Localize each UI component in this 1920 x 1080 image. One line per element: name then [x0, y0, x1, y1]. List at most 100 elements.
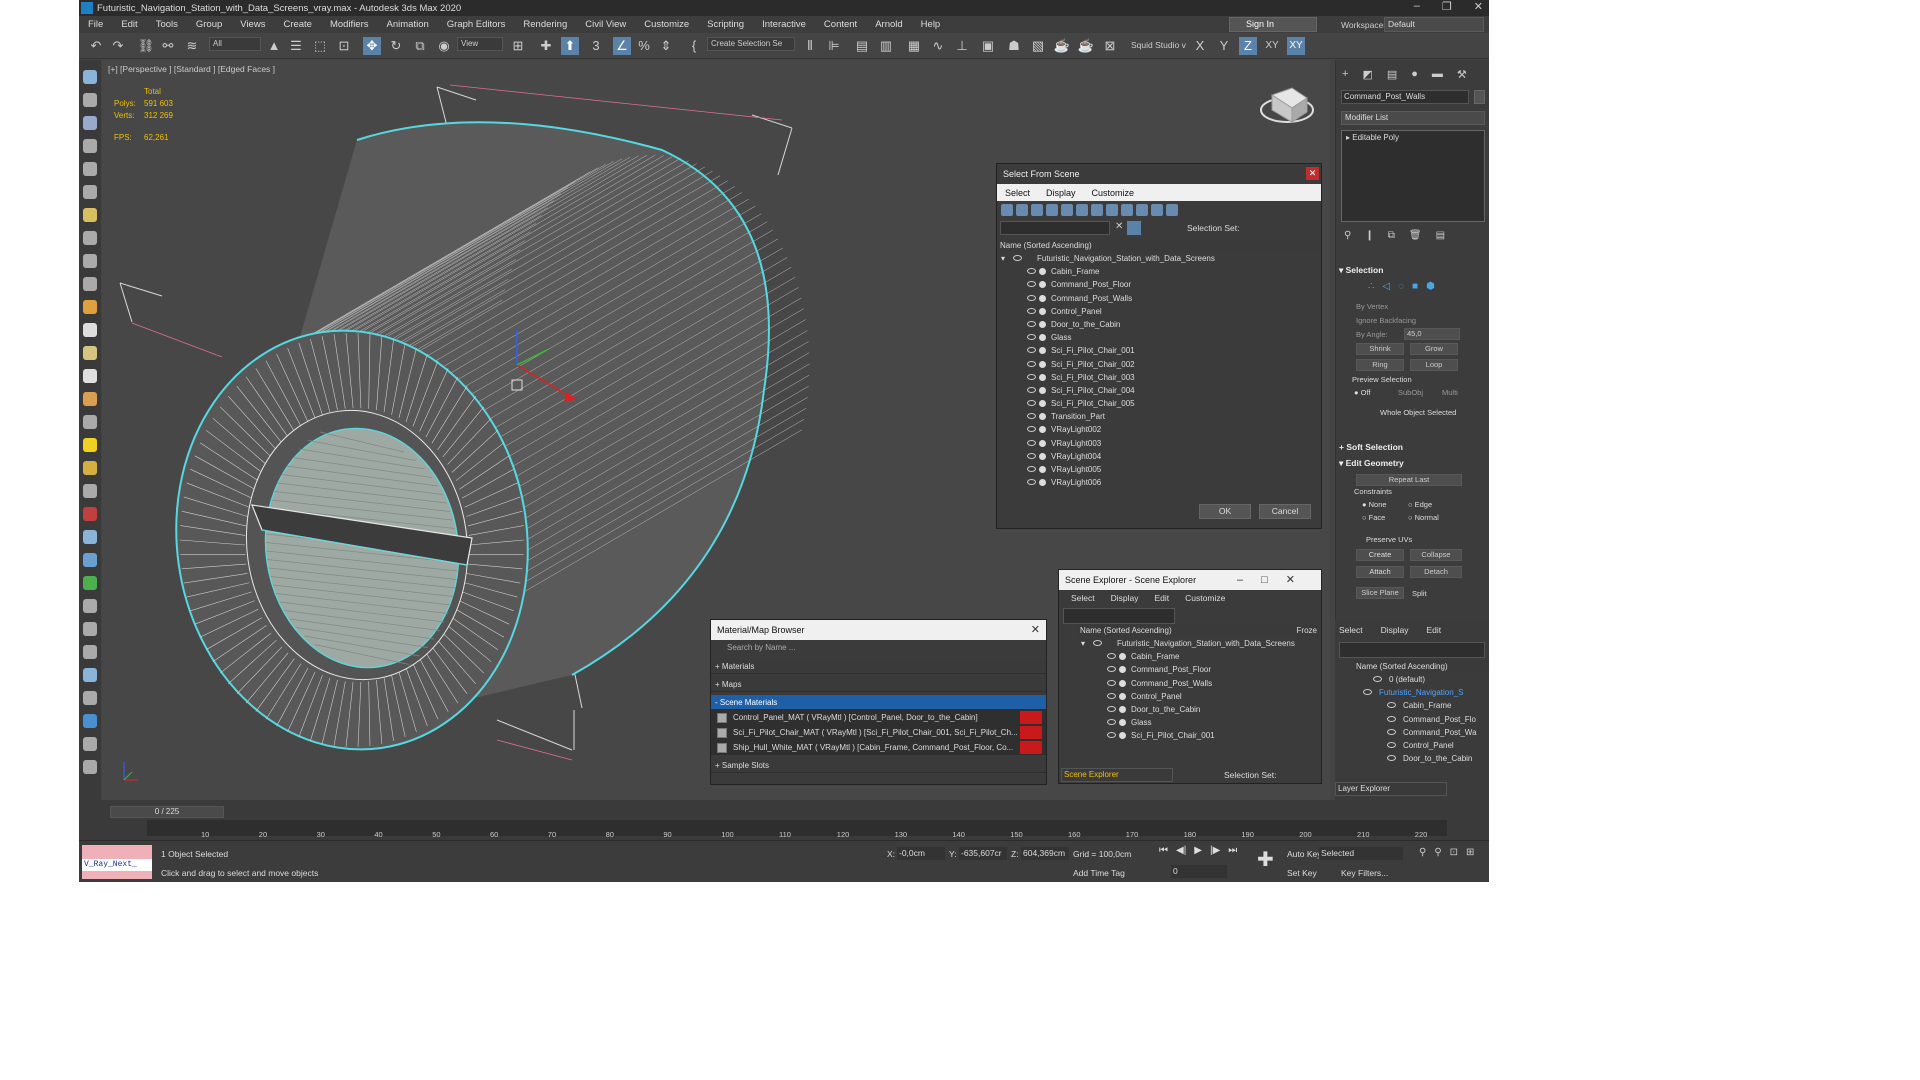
attach-button[interactable]: Attach: [1356, 566, 1404, 578]
list-item[interactable]: Command_Post_Walls: [1077, 677, 1321, 690]
remove-modifier-icon[interactable]: 🗑: [1409, 230, 1422, 241]
menu-animation[interactable]: Animation: [378, 19, 438, 30]
light-icon[interactable]: [83, 208, 97, 222]
rectangular-selection-icon[interactable]: ⬚: [311, 37, 329, 55]
sfs-search-field[interactable]: [1000, 221, 1110, 235]
shape-filter-icon[interactable]: [1016, 204, 1028, 216]
bone-filter-icon[interactable]: [1121, 204, 1133, 216]
maximize-icon[interactable]: ❐: [1442, 0, 1452, 13]
sphere2-icon[interactable]: [83, 645, 97, 659]
visibility-eye-icon[interactable]: [1027, 294, 1036, 301]
angle-snap-icon[interactable]: ∠: [613, 37, 631, 55]
layer-explorer-select[interactable]: Layer Explorer: [1335, 782, 1447, 796]
spinner-snap-icon[interactable]: ⇕: [657, 37, 675, 55]
floor-icon[interactable]: [83, 300, 97, 314]
schematic-view-icon[interactable]: ⊥: [953, 37, 971, 55]
add-time-tag[interactable]: Add Time Tag: [1073, 868, 1125, 878]
render-production-icon[interactable]: ☕: [1053, 37, 1071, 55]
maps-group[interactable]: + Maps: [711, 677, 1046, 692]
cone-icon[interactable]: [83, 415, 97, 429]
sfs-list-header[interactable]: Name (Sorted Ascending): [997, 239, 1321, 252]
modifier-list-select[interactable]: Modifier List: [1341, 111, 1485, 125]
visibility-eye-icon[interactable]: [1093, 640, 1102, 646]
help-icon[interactable]: [83, 760, 97, 774]
zoom-extents-icon[interactable]: ⊡: [1450, 847, 1458, 858]
sfs-menu-display[interactable]: Display: [1038, 188, 1084, 198]
visibility-eye-icon[interactable]: [1027, 334, 1036, 341]
menu-views[interactable]: Views: [231, 19, 274, 30]
particle-icon[interactable]: [83, 553, 97, 567]
slice-plane-button[interactable]: Slice Plane: [1356, 587, 1404, 599]
tool-icon[interactable]: [83, 668, 97, 682]
axis-x-button[interactable]: X: [1191, 37, 1209, 55]
visibility-eye-icon[interactable]: [1107, 705, 1116, 712]
redo-icon[interactable]: ↷: [109, 37, 127, 55]
cancel-button[interactable]: Cancel: [1259, 504, 1311, 519]
list-item[interactable]: VRayLight004: [997, 450, 1321, 463]
detach-button[interactable]: Detach: [1410, 566, 1462, 578]
scene-explorer-window-controls[interactable]: –□✕: [1237, 570, 1313, 590]
selection-filter-select[interactable]: All: [209, 37, 261, 51]
scene-explorer-menu-select[interactable]: Select: [1071, 593, 1095, 603]
material-search-field[interactable]: Search by Name ...: [711, 640, 1046, 656]
terrain-icon[interactable]: [83, 185, 97, 199]
list-item[interactable]: Control_Panel: [1077, 690, 1321, 703]
list-item[interactable]: Door_to_the_Cabin: [1077, 703, 1321, 716]
menu-scripting[interactable]: Scripting: [698, 19, 753, 30]
list-item[interactable]: Command_Post_Floor: [1077, 663, 1321, 676]
mirror-icon[interactable]: ⫴: [801, 37, 819, 55]
menu-modifiers[interactable]: Modifiers: [321, 19, 378, 30]
menu-group[interactable]: Group: [187, 19, 231, 30]
scene-explorer-menu-customize[interactable]: Customize: [1185, 593, 1225, 603]
axis-y-button[interactable]: Y: [1215, 37, 1233, 55]
list-item[interactable]: Transition_Part: [997, 410, 1321, 423]
zoom-extents-all-icon[interactable]: ⊞: [1466, 847, 1474, 858]
zoom-icon[interactable]: ⚲: [1419, 847, 1426, 858]
create-tab-icon[interactable]: +: [1342, 68, 1348, 81]
selection-rollout[interactable]: ▾ Selection: [1339, 265, 1487, 276]
by-vertex-checkbox[interactable]: By Vertex: [1356, 302, 1388, 311]
soft-selection-rollout[interactable]: + Soft Selection: [1339, 442, 1487, 452]
x-coordinate-field[interactable]: -0,0cm: [897, 847, 945, 860]
list-item[interactable]: Control_Panel: [997, 305, 1321, 318]
scene-explorer-title-bar[interactable]: Scene Explorer - Scene Explorer –□✕: [1059, 570, 1321, 590]
expand-arrow-icon[interactable]: ▾: [1001, 252, 1005, 265]
visibility-eye-icon[interactable]: [1107, 653, 1116, 660]
ignore-backfacing-checkbox[interactable]: Ignore Backfacing: [1356, 316, 1416, 325]
mirror-tool-icon[interactable]: [83, 277, 97, 291]
visibility-eye-icon[interactable]: [1387, 715, 1396, 722]
vertex-level-icon[interactable]: ∴: [1368, 281, 1374, 292]
visibility-eye-icon[interactable]: [1027, 386, 1036, 393]
next-frame-icon[interactable]: |▶: [1210, 845, 1220, 856]
layer-item[interactable]: 0 (default): [1353, 673, 1489, 686]
axis-xy-constraint-button[interactable]: XY: [1287, 37, 1305, 55]
select-manipulate-icon[interactable]: ✚: [537, 37, 555, 55]
scene-explorer-list-header[interactable]: Name (Sorted Ascending) Froze: [1077, 624, 1321, 637]
keyboard-shortcut-icon[interactable]: ⬆: [561, 37, 579, 55]
go-to-start-icon[interactable]: ⏮: [1159, 845, 1168, 856]
camera-filter-icon[interactable]: [1046, 204, 1058, 216]
layer-explorer-menu-edit[interactable]: Edit: [1427, 625, 1442, 635]
rendered-frame-window-icon[interactable]: ▧: [1029, 37, 1047, 55]
light-filter-icon[interactable]: [1031, 204, 1043, 216]
sign-in-button[interactable]: Sign In: [1229, 17, 1317, 32]
menu-interactive[interactable]: Interactive: [753, 19, 815, 30]
container-filter-icon[interactable]: [1136, 204, 1148, 216]
play-icon[interactable]: ▶: [1194, 845, 1202, 856]
scene-materials-group[interactable]: - Scene Materials: [711, 695, 1046, 710]
key-mode-select[interactable]: Selected: [1319, 847, 1403, 860]
visibility-eye-icon[interactable]: [1027, 400, 1036, 407]
list-item[interactable]: VRayLight006: [997, 476, 1321, 489]
modify-tab-icon[interactable]: ◩: [1362, 68, 1372, 81]
previous-frame-icon[interactable]: ◀|: [1176, 845, 1186, 856]
bind-spacewarp-icon[interactable]: ≋: [183, 37, 201, 55]
tree-root[interactable]: ▾ Futuristic_Navigation_Station_with_Data…: [997, 252, 1321, 265]
list-item[interactable]: VRayLight002: [997, 423, 1321, 436]
layer-item[interactable]: Cabin_Frame: [1353, 699, 1489, 712]
visibility-eye-icon[interactable]: [1027, 466, 1036, 472]
layer-item[interactable]: Futuristic_Navigation_S: [1353, 686, 1489, 699]
repeat-last-button[interactable]: Repeat Last: [1356, 474, 1462, 486]
visibility-eye-icon[interactable]: [1107, 692, 1116, 699]
layer-item[interactable]: Door_to_the_Cabin: [1353, 752, 1489, 765]
display-tab-icon[interactable]: ▬: [1432, 68, 1443, 81]
